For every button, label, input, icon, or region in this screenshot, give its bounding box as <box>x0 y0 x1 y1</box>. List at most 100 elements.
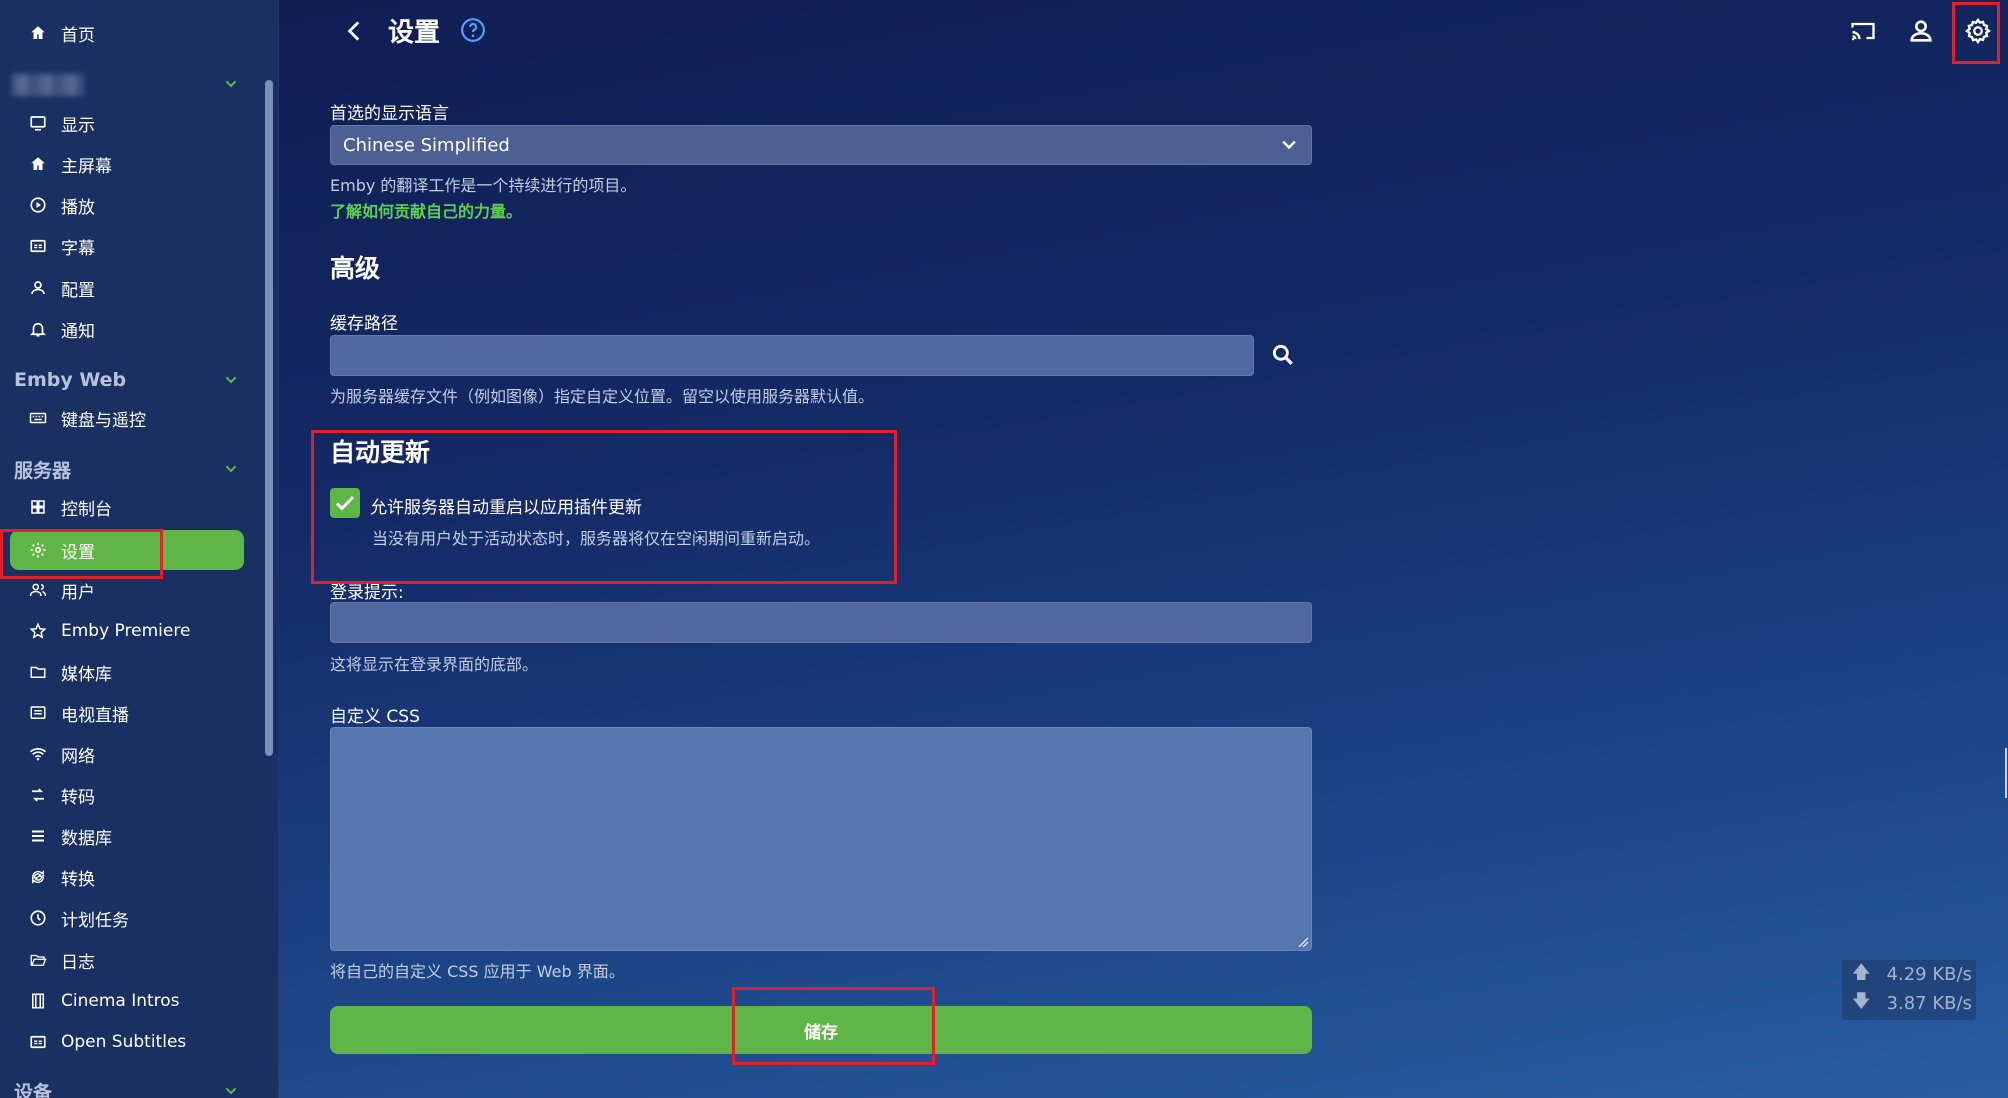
sidebar-item-label: Cinema Intros <box>61 991 180 1011</box>
sidebar-item-scheduled-tasks[interactable]: 计划任务 <box>10 898 244 938</box>
gear-icon <box>27 539 49 561</box>
folder-icon <box>27 661 49 683</box>
sidebar-item-label: Open Subtitles <box>61 1032 187 1052</box>
sidebar-item-label: 通知 <box>61 321 95 342</box>
home-icon <box>27 153 49 175</box>
database-icon <box>27 825 49 847</box>
sidebar-item-label: 转码 <box>61 787 95 808</box>
users-icon <box>27 579 49 601</box>
sidebar-item-label: 显示 <box>61 115 95 136</box>
language-help-text: Emby 的翻译工作是一个持续进行的项目。 <box>330 176 637 195</box>
custom-css-label: 自定义 CSS <box>330 707 420 727</box>
chevron-down-icon[interactable] <box>223 76 239 92</box>
sidebar-item-home-screen[interactable]: 主屏幕 <box>10 144 244 184</box>
sidebar-item-label: 媒体库 <box>61 664 112 685</box>
sidebar-item-label: 数据库 <box>61 828 112 849</box>
sidebar-item-logs[interactable]: 日志 <box>10 940 244 980</box>
star-icon <box>27 620 49 642</box>
wifi-icon <box>27 743 49 765</box>
sidebar-item-label: 转换 <box>61 869 95 890</box>
film-icon <box>27 990 49 1012</box>
sidebar-item-label: 键盘与遥控 <box>61 410 146 431</box>
upload-speed: 4.29 KB/s <box>1886 964 1972 985</box>
save-button[interactable]: 储存 <box>330 1006 1312 1054</box>
dashboard-icon <box>27 496 49 518</box>
sidebar-item-live-tv[interactable]: 电视直播 <box>10 693 244 733</box>
custom-css-textarea[interactable] <box>330 727 1312 951</box>
settings-icon[interactable] <box>1961 14 1995 48</box>
browse-button[interactable] <box>1266 338 1300 372</box>
language-select[interactable]: Chinese Simplified <box>330 125 1312 165</box>
language-label: 首选的显示语言 <box>330 104 449 124</box>
subtitles-icon <box>27 235 49 257</box>
user-name-blurred <box>12 74 84 96</box>
sidebar-item-label: 日志 <box>61 952 95 973</box>
section-title: Emby Web <box>14 369 127 391</box>
sidebar: 首页 显示 主屏幕 播放 字幕 配置 通知 Emby Web 键盘与遥控 服务器 <box>0 0 279 1098</box>
sidebar-item-label: 播放 <box>61 197 95 218</box>
section-server[interactable]: 服务器 <box>14 452 244 486</box>
sidebar-item-label: 计划任务 <box>61 910 129 931</box>
download-speed: 3.87 KB/s <box>1886 993 1972 1014</box>
section-emby-web[interactable]: Emby Web <box>14 363 244 397</box>
login-hint-help-text: 这将显示在登录界面的底部。 <box>330 655 539 674</box>
back-button[interactable] <box>340 14 370 48</box>
chevron-down-icon <box>225 376 237 384</box>
sidebar-item-emby-premiere[interactable]: Emby Premiere <box>10 611 244 651</box>
custom-css-help-text: 将自己的自定义 CSS 应用于 Web 界面。 <box>330 962 625 981</box>
sidebar-item-open-subtitles[interactable]: Open Subtitles <box>10 1022 244 1062</box>
help-icon[interactable] <box>460 17 486 43</box>
sidebar-item-label: 字幕 <box>61 238 95 259</box>
sidebar-item-conversion[interactable]: 转换 <box>10 857 244 897</box>
play-circle-icon <box>27 194 49 216</box>
sidebar-item-label: 配置 <box>61 280 95 301</box>
sidebar-item-label: 电视直播 <box>61 705 129 726</box>
tv-guide-icon <box>27 702 49 724</box>
bell-icon <box>27 318 49 340</box>
section-devices[interactable]: 设备 <box>14 1074 244 1098</box>
sidebar-item-library[interactable]: 媒体库 <box>10 652 244 692</box>
page-title: 设置 <box>388 18 441 48</box>
sidebar-scrollbar[interactable] <box>265 80 273 756</box>
user-icon[interactable] <box>1904 14 1938 48</box>
sidebar-item-home[interactable]: 首页 <box>10 13 244 53</box>
sidebar-item-subtitles[interactable]: 字幕 <box>10 226 244 266</box>
network-speed-widget: 🡅 4.29 KB/s 🡇 3.87 KB/s <box>1842 960 1976 1020</box>
sidebar-item-dashboard[interactable]: 控制台 <box>10 487 244 527</box>
sidebar-item-database[interactable]: 数据库 <box>10 816 244 856</box>
login-hint-input[interactable] <box>330 602 1312 643</box>
auto-restart-checkbox[interactable] <box>330 488 360 518</box>
sidebar-item-notifications[interactable]: 通知 <box>10 309 244 349</box>
clock-icon <box>27 907 49 929</box>
chevron-down-icon <box>1282 140 1296 150</box>
sidebar-item-playback[interactable]: 播放 <box>10 185 244 225</box>
sidebar-item-network[interactable]: 网络 <box>10 734 244 774</box>
resize-grip-icon[interactable] <box>1297 936 1309 948</box>
sidebar-item-label: 控制台 <box>61 499 112 520</box>
cache-path-label: 缓存路径 <box>330 314 398 334</box>
sidebar-item-transcoding[interactable]: 转码 <box>10 775 244 815</box>
sidebar-item-label: 用户 <box>61 582 95 603</box>
home-icon <box>27 22 49 44</box>
language-select-value: Chinese Simplified <box>343 134 510 156</box>
sidebar-item-users[interactable]: 用户 <box>10 570 244 610</box>
keyboard-icon <box>27 407 49 429</box>
subtitles-icon <box>27 1031 49 1053</box>
chevron-down-icon <box>225 1087 237 1095</box>
cache-path-input[interactable] <box>330 335 1254 376</box>
auto-restart-label[interactable]: 允许服务器自动重启以应用插件更新 <box>370 493 642 518</box>
sidebar-item-profile[interactable]: 配置 <box>10 268 244 308</box>
cast-icon[interactable] <box>1846 14 1880 48</box>
advanced-heading: 高级 <box>330 254 381 283</box>
sidebar-item-settings[interactable]: 设置 <box>10 530 244 570</box>
sidebar-item-label: 首页 <box>61 25 95 46</box>
edge-indicator <box>2005 748 2007 798</box>
sidebar-item-label: 主屏幕 <box>61 156 112 177</box>
contribute-translation-link[interactable]: 了解如何贡献自己的力量。 <box>330 198 522 222</box>
login-hint-label: 登录提示: <box>330 583 404 603</box>
auto-update-heading: 自动更新 <box>330 438 431 467</box>
sidebar-item-cinema-intros[interactable]: Cinema Intros <box>10 981 244 1021</box>
sidebar-item-display[interactable]: 显示 <box>10 103 244 143</box>
monitor-icon <box>27 112 49 134</box>
sidebar-item-keyboard[interactable]: 键盘与遥控 <box>10 398 244 438</box>
